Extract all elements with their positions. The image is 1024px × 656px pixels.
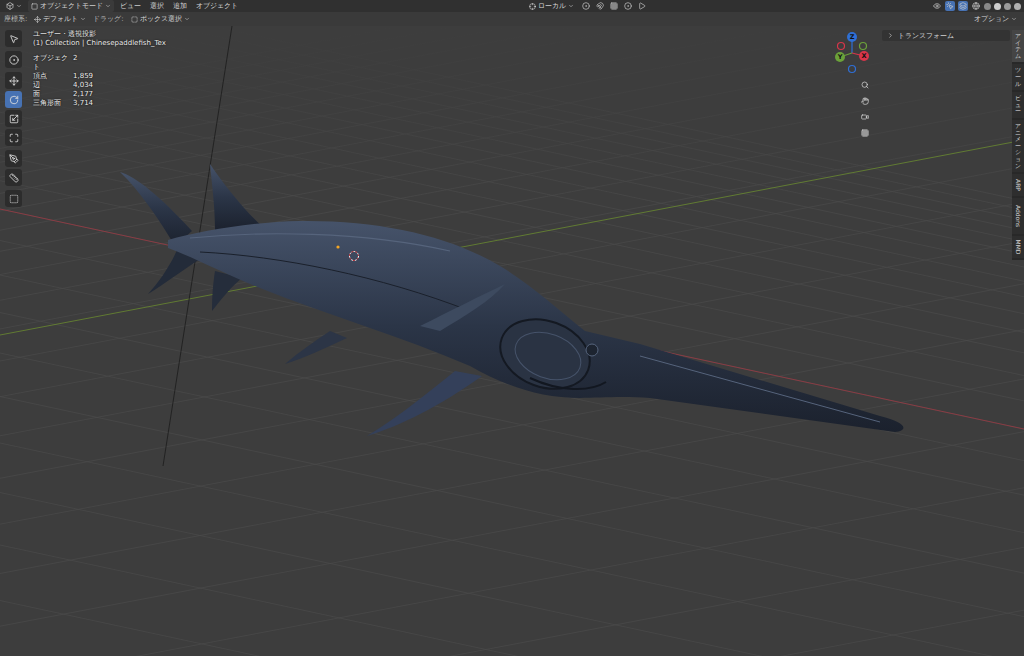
grid-view-icon[interactable]: [858, 126, 872, 140]
snap-grid-icon[interactable]: [609, 1, 619, 11]
chevron-down-icon: [80, 16, 86, 22]
navigation-column: Z Y X: [834, 30, 874, 656]
tool-button[interactable]: [5, 190, 22, 207]
origin-dot: [336, 245, 339, 248]
viewport-scene[interactable]: [0, 26, 1024, 656]
mode-dropdown[interactable]: オブジェクトモード: [28, 0, 114, 12]
blender-window: オブジェクトモードビュー選択追加オブジェクトローカル座標系:デフォルトドラッグ:…: [0, 0, 1024, 656]
axes-icon: [34, 16, 41, 23]
stat-value: 2: [73, 54, 834, 72]
svg-text:Z: Z: [850, 33, 855, 41]
tool-button[interactable]: [5, 169, 22, 186]
tool-button[interactable]: [5, 110, 22, 127]
chevron-down-icon: [568, 3, 574, 9]
xray-icon[interactable]: [971, 1, 981, 11]
paddlefish-model[interactable]: [120, 164, 903, 436]
wireframe-shading-icon[interactable]: [984, 3, 991, 10]
material-shading-icon[interactable]: [1004, 3, 1011, 10]
stat-value: 2,177: [73, 90, 834, 99]
rendered-shading-icon[interactable]: [1014, 3, 1021, 10]
sidebar-tabs: アイテムツールビューアニメーション ARP Addons MMD: [1012, 30, 1024, 260]
stat-label: 頂点: [33, 72, 73, 81]
toolbar: [5, 30, 22, 656]
stat-label: オブジェクト: [33, 54, 73, 72]
3d-cursor-icon[interactable]: [350, 252, 359, 261]
menu-item[interactable]: 選択: [147, 0, 167, 12]
sidebar-tab[interactable]: ARP: [1012, 174, 1024, 196]
axis-gizmo[interactable]: Z Y X: [834, 30, 870, 76]
solid-shading-icon[interactable]: [994, 3, 1001, 10]
cube-icon: [6, 2, 14, 10]
floor-grid: [0, 26, 1024, 656]
play-icon[interactable]: [637, 1, 647, 11]
collection-name: (1) Collection | Chinesepaddlefish_Tex: [33, 39, 834, 48]
stat-label: 辺: [33, 81, 73, 90]
object-mode-icon: [31, 3, 38, 10]
stat-value: 1,859: [73, 72, 834, 81]
svg-text:X: X: [861, 52, 866, 60]
pivot-icon[interactable]: [581, 1, 591, 11]
chevron-right-icon: [887, 32, 894, 39]
sidebar-tab[interactable]: MMD: [1012, 236, 1024, 258]
viewport-stats: ユーザー・透視投影(1) Collection | Chinesepaddlef…: [33, 30, 834, 656]
sidebar-tab[interactable]: アニメーション: [1012, 120, 1024, 172]
sidebar-tab[interactable]: アイテム: [1012, 30, 1024, 62]
gizmo-toggle-icon[interactable]: [945, 1, 955, 11]
visibility-icon[interactable]: [932, 1, 942, 11]
orientation-icon: [529, 3, 536, 10]
overlay-toggle-icon[interactable]: [958, 1, 968, 11]
snap-icon[interactable]: [595, 1, 605, 11]
menu-item[interactable]: 追加: [170, 0, 190, 12]
drag-dropdown[interactable]: ボックス選択: [128, 13, 193, 25]
sidebar-tab[interactable]: ビュー: [1012, 92, 1024, 118]
tool-icon: [9, 76, 19, 86]
tool-icon: [9, 194, 19, 204]
stat-label: 三角形面: [33, 99, 73, 108]
view-name: ユーザー・透視投影: [33, 30, 834, 39]
zoom-icon[interactable]: [858, 78, 872, 92]
tool-button[interactable]: [5, 30, 22, 47]
sidebar-tab[interactable]: Addons: [1012, 198, 1024, 233]
coordinate-system-dropdown[interactable]: デフォルト: [31, 13, 89, 25]
editor-type-dropdown[interactable]: [3, 1, 25, 11]
tool-icon: [9, 114, 19, 124]
tool-icon: [9, 173, 19, 183]
stat-label: 面: [33, 90, 73, 99]
tool-button[interactable]: [5, 129, 22, 146]
svg-text:Y: Y: [837, 53, 843, 61]
transform-panel-header[interactable]: トランスフォーム: [882, 30, 1010, 41]
3d-viewport[interactable]: ユーザー・透視投影(1) Collection | Chinesepaddlef…: [0, 26, 1024, 656]
orientation-dropdown[interactable]: ローカル: [526, 0, 577, 12]
tool-icon: [9, 133, 19, 143]
tool-button[interactable]: [5, 150, 22, 167]
sidebar-tab[interactable]: ツール: [1012, 64, 1024, 90]
pan-hand-icon[interactable]: [858, 94, 872, 108]
menu-item[interactable]: ビュー: [117, 0, 144, 12]
chevron-down-icon: [105, 3, 111, 9]
tool-icon: [9, 95, 19, 105]
options-dropdown[interactable]: オプション: [971, 13, 1020, 25]
tool-icon: [9, 55, 19, 65]
tool-button[interactable]: [5, 51, 22, 68]
sidebar: トランスフォーム: [882, 30, 1010, 656]
box-select-icon: [131, 16, 138, 23]
tool-button[interactable]: [5, 72, 22, 89]
tool-icon: [9, 34, 19, 44]
stat-value: 4,034: [73, 81, 834, 90]
menu-item[interactable]: オブジェクト: [193, 0, 241, 12]
header-bar: オブジェクトモードビュー選択追加オブジェクト ローカル: [0, 0, 1024, 12]
chevron-down-icon: [16, 3, 22, 9]
chevron-down-icon: [184, 16, 190, 22]
chevron-down-icon: [1011, 16, 1017, 22]
proportional-icon[interactable]: [623, 1, 633, 11]
tool-settings-bar: 座標系:デフォルトドラッグ:ボックス選択オプション: [0, 12, 1024, 26]
tool-icon: [9, 154, 19, 164]
stat-value: 3,714: [73, 99, 834, 108]
tool-button[interactable]: [5, 91, 22, 108]
camera-icon[interactable]: [858, 110, 872, 124]
